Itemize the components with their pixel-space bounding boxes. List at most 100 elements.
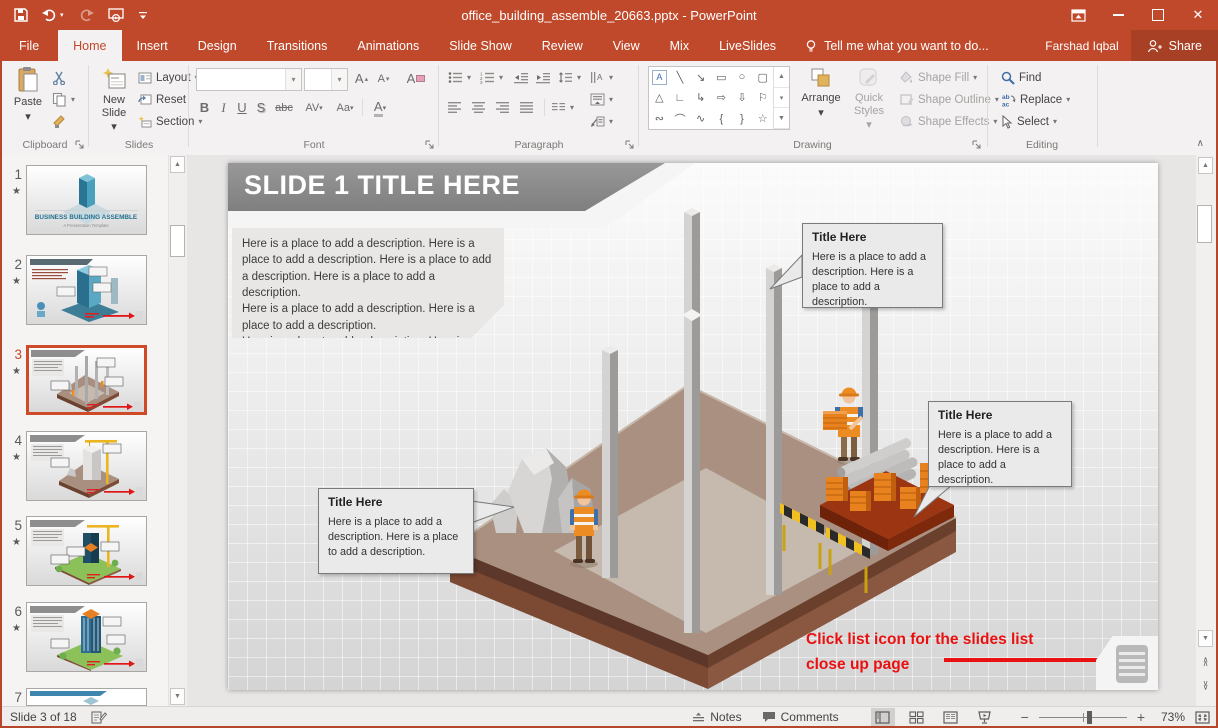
change-case-button[interactable]: Aa▾ (332, 97, 358, 118)
align-right-button[interactable] (496, 97, 510, 118)
tab-liveslides[interactable]: LiveSlides (704, 30, 791, 61)
callout-left[interactable]: Title Here Here is a place to add a desc… (318, 488, 474, 574)
slide-thumbnail-2[interactable] (26, 255, 147, 325)
tab-mix[interactable]: Mix (655, 30, 704, 61)
format-painter-button[interactable] (52, 111, 67, 132)
undo-dropdown[interactable]: ▾ (60, 11, 64, 19)
text-direction-button[interactable]: A ▾ (590, 67, 613, 88)
tab-insert[interactable]: Insert (122, 30, 183, 61)
slide-canvas[interactable]: SLIDE 1 TITLE HERE Here is a place to ad… (228, 163, 1158, 690)
construction-worker-carrying[interactable] (823, 388, 863, 466)
underline-button[interactable]: U (234, 97, 250, 118)
close-button[interactable]: ✕ (1178, 0, 1218, 30)
tab-animations[interactable]: Animations (342, 30, 434, 61)
undo-button[interactable]: ▾ (42, 8, 64, 22)
slide-sorter-view-button[interactable] (905, 708, 929, 726)
shape-flag-icon[interactable]: ⚐ (752, 88, 773, 109)
shape-triangle-icon[interactable]: △ (649, 88, 670, 109)
slide-thumbnail-1[interactable]: BUSINESS BUILDING ASSEMBLE A Presentatio… (26, 165, 147, 235)
columns-button[interactable]: ▾ (552, 97, 574, 118)
slide-thumbnail-7[interactable] (26, 688, 147, 706)
next-slide-button[interactable]: ∧∧ (1198, 676, 1213, 695)
shape-textbox-icon[interactable]: A (652, 70, 667, 85)
convert-to-smartart-button[interactable]: ▾ (590, 111, 613, 132)
shape-elbow-arrow-icon[interactable]: ↳ (690, 88, 711, 109)
shape-curve-icon[interactable]: ∿ (690, 108, 711, 129)
tab-review[interactable]: Review (527, 30, 598, 61)
collapse-ribbon-button[interactable]: ∧ (1197, 138, 1204, 149)
select-button[interactable]: Select▾ (1001, 111, 1057, 132)
paragraph-dialog-launcher[interactable] (624, 139, 635, 150)
customize-qat-button[interactable] (138, 10, 148, 20)
slide-thumbnail-4[interactable] (26, 431, 147, 501)
bullets-button[interactable]: ▾ (448, 67, 471, 88)
share-button[interactable]: Share (1131, 30, 1218, 61)
tab-view[interactable]: View (598, 30, 655, 61)
font-name-combobox[interactable]: ▾ (196, 68, 302, 91)
shape-right-brace-icon[interactable]: } (732, 108, 753, 129)
strikethrough-button[interactable]: abc (272, 97, 296, 118)
slide-title[interactable]: SLIDE 1 TITLE HERE (244, 170, 520, 201)
panel-scrollbar-thumb[interactable] (170, 225, 185, 257)
clear-formatting-button[interactable]: A (406, 68, 426, 89)
line-spacing-button[interactable]: ▾ (558, 67, 581, 88)
zoom-in-button[interactable]: + (1137, 709, 1145, 725)
zoom-out-button[interactable]: − (1021, 709, 1029, 725)
shape-block-arrow-down-icon[interactable]: ⇩ (732, 88, 753, 109)
quick-styles-button[interactable]: Quick Styles ▾ (846, 66, 892, 132)
panel-scroll-down-button[interactable]: ▼ (170, 688, 185, 705)
shapes-more-button[interactable]: ▼ (774, 108, 789, 129)
tell-me-box[interactable]: Tell me what you want to do... (791, 30, 1003, 61)
start-from-beginning-button[interactable] (108, 8, 124, 23)
tab-transitions[interactable]: Transitions (252, 30, 343, 61)
shape-effects-button[interactable]: Shape Effects▾ (900, 111, 997, 132)
increase-indent-button[interactable] (536, 67, 551, 88)
font-size-combobox[interactable]: ▾ (304, 68, 348, 91)
shape-rounded-rectangle-icon[interactable]: ▢ (752, 67, 773, 88)
slide-indicator[interactable]: Slide 3 of 18 (10, 710, 77, 724)
grow-font-button[interactable]: A▴ (352, 68, 371, 89)
normal-view-button[interactable] (871, 708, 895, 726)
scroll-up-button[interactable]: ▲ (1198, 157, 1213, 174)
save-button[interactable] (14, 8, 28, 22)
zoom-level[interactable]: 73% (1155, 710, 1185, 724)
shape-fill-button[interactable]: Shape Fill▾ (900, 67, 977, 88)
reading-view-button[interactable] (939, 708, 963, 726)
user-name[interactable]: Farshad Iqbal (1033, 30, 1130, 61)
copy-button[interactable]: ▾ (52, 89, 75, 110)
shape-star-icon[interactable]: ☆ (752, 108, 773, 129)
ribbon-display-options-button[interactable] (1058, 0, 1098, 30)
new-slide-button[interactable]: New Slide ▾ (92, 66, 136, 134)
callout-right-middle[interactable]: Title Here Here is a place to add a desc… (928, 401, 1072, 487)
align-text-button[interactable]: ▾ (590, 89, 613, 110)
shape-arrow-icon[interactable]: ↘ (690, 67, 711, 88)
tab-design[interactable]: Design (183, 30, 252, 61)
notes-button[interactable]: Notes (692, 710, 741, 724)
slide-thumbnail-6[interactable] (26, 602, 147, 672)
fit-to-window-icon[interactable] (1195, 711, 1210, 724)
font-name-caret-icon[interactable]: ▾ (285, 69, 301, 90)
minimize-button[interactable] (1098, 0, 1138, 30)
find-button[interactable]: Find (1001, 67, 1041, 88)
scroll-down-button[interactable]: ▼ (1198, 630, 1213, 647)
zoom-slider-thumb[interactable] (1087, 711, 1092, 724)
decrease-indent-button[interactable] (514, 67, 529, 88)
shrink-font-button[interactable]: A▾ (374, 68, 393, 89)
shape-rectangle-icon[interactable]: ▭ (711, 67, 732, 88)
replace-button[interactable]: abac Replace▾ (1001, 89, 1070, 110)
clipboard-dialog-launcher[interactable] (74, 139, 85, 150)
character-spacing-button[interactable]: AV▾ (300, 97, 328, 118)
shape-arc-icon[interactable]: ⌒ (670, 108, 691, 129)
font-dialog-launcher[interactable] (424, 139, 435, 150)
tab-file[interactable]: File (0, 30, 58, 61)
numbering-button[interactable]: 123 ▾ (480, 67, 503, 88)
shapes-scroll-up-button[interactable]: ▲ (774, 67, 789, 88)
align-center-button[interactable] (472, 97, 486, 118)
panel-scroll-up-button[interactable]: ▲ (170, 156, 185, 173)
tab-slide-show[interactable]: Slide Show (434, 30, 527, 61)
arrange-button[interactable]: Arrange ▾ (798, 66, 844, 119)
paste-button[interactable]: Paste ▾ (8, 66, 48, 123)
slide-description-box[interactable]: Here is a place to add a description. He… (232, 228, 504, 338)
align-left-button[interactable] (448, 97, 462, 118)
spell-check-icon[interactable] (91, 710, 107, 724)
